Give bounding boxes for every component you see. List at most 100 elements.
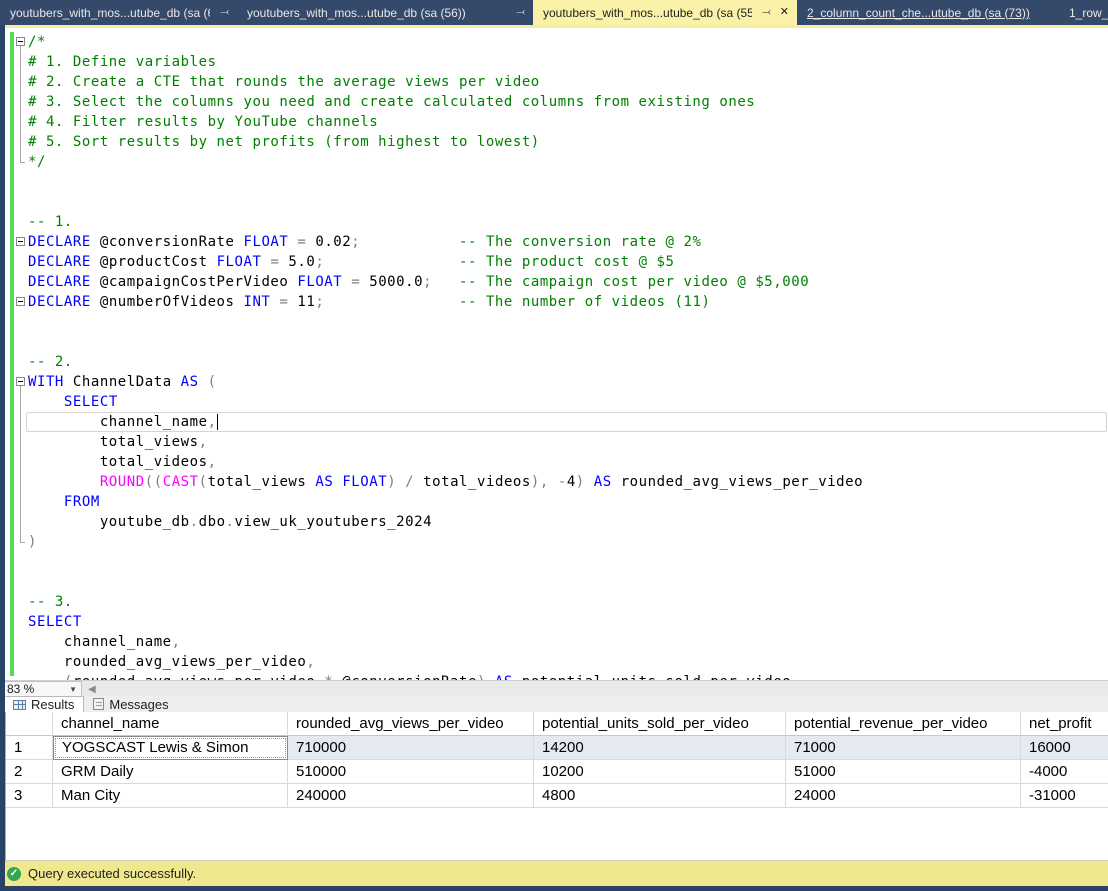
grid-corner-cell[interactable] [6, 712, 53, 736]
code-line[interactable]: # 4. Filter results by YouTube channels [28, 112, 1108, 132]
code-line[interactable]: -- 1. [28, 212, 1108, 232]
code-line[interactable]: -- 3. [28, 592, 1108, 612]
code-line[interactable]: ) [28, 532, 1108, 552]
code-token: ( [199, 374, 217, 390]
fold-collapse-icon[interactable] [16, 37, 25, 46]
code-line[interactable]: rounded_avg_views_per_video, [28, 652, 1108, 672]
horizontal-scrollbar[interactable]: ◀ [84, 681, 1108, 697]
column-header[interactable]: potential_revenue_per_video [786, 712, 1021, 736]
code-token: -- The conversion rate @ 2% [459, 234, 701, 250]
fold-region-end [20, 162, 25, 163]
code-token: @conversionRate [91, 234, 244, 250]
table-cell[interactable]: YOGSCAST Lewis & Simon [53, 736, 288, 760]
table-cell[interactable]: 14200 [534, 736, 786, 760]
code-line[interactable]: FROM [28, 492, 1108, 512]
code-token [360, 234, 459, 250]
tab-messages[interactable]: Messages [84, 696, 177, 712]
table-cell[interactable]: 510000 [288, 760, 534, 784]
code-token: total_videos [423, 474, 531, 490]
results-tab-label: Results [31, 697, 74, 712]
code-token: */ [28, 154, 46, 170]
table-cell[interactable]: 240000 [288, 784, 534, 808]
code-line[interactable]: (rounded_avg_views_per_video * @conversi… [28, 672, 1108, 680]
pin-icon[interactable]: ⤙ [220, 7, 229, 18]
row-number[interactable]: 3 [6, 784, 53, 808]
column-header[interactable]: net_profit [1021, 712, 1108, 736]
scroll-left-arrow-icon[interactable]: ◀ [84, 684, 96, 695]
code-line[interactable]: SELECT [28, 392, 1108, 412]
table-cell[interactable]: -4000 [1021, 760, 1108, 784]
code-line[interactable]: youtube_db.dbo.view_uk_youtubers_2024 [28, 512, 1108, 532]
column-header[interactable]: channel_name [53, 712, 288, 736]
row-number[interactable]: 1 [6, 736, 53, 760]
results-pane: channel_namerounded_avg_views_per_videop… [5, 712, 1108, 861]
code-line[interactable]: -- 2. [28, 352, 1108, 372]
results-grid[interactable]: channel_namerounded_avg_views_per_videop… [6, 712, 1108, 808]
table-cell[interactable]: 16000 [1021, 736, 1108, 760]
code-token: , [172, 634, 181, 650]
close-icon[interactable]: ✕ [780, 7, 789, 18]
sql-editor[interactable]: /*# 1. Define variables# 2. Create a CTE… [0, 28, 1108, 680]
editor-tab[interactable]: 2_column_count_che...utube_db (sa (73)) [797, 0, 1059, 25]
code-line[interactable]: DECLARE @numberOfVideos INT = 11; -- The… [28, 292, 1108, 312]
code-token: youtube_db [28, 514, 190, 530]
code-line[interactable]: */ [28, 152, 1108, 172]
code-token: , [208, 414, 217, 430]
fold-collapse-icon[interactable] [16, 237, 25, 246]
table-cell[interactable]: 24000 [786, 784, 1021, 808]
code-token: -- The product cost @ $5 [459, 254, 675, 270]
code-line[interactable] [28, 332, 1108, 352]
code-token: # 4. Filter results by YouTube channels [28, 114, 378, 130]
editor-tab[interactable]: youtubers_with_mos...utube_db (sa (55))⤙… [533, 0, 797, 25]
code-line[interactable]: /* [28, 32, 1108, 52]
code-line[interactable]: DECLARE @conversionRate FLOAT = 0.02; --… [28, 232, 1108, 252]
code-line[interactable]: SELECT [28, 612, 1108, 632]
code-token: INT [244, 294, 271, 310]
zoom-level-dropdown[interactable]: 83 % ▼ [2, 681, 82, 697]
code-line[interactable] [28, 572, 1108, 592]
row-number[interactable]: 2 [6, 760, 53, 784]
table-cell[interactable]: 10200 [534, 760, 786, 784]
code-line[interactable]: total_views, [28, 432, 1108, 452]
code-area[interactable]: /*# 1. Define variables# 2. Create a CTE… [28, 32, 1108, 680]
code-line[interactable]: # 1. Define variables [28, 52, 1108, 72]
table-cell[interactable]: Man City [53, 784, 288, 808]
code-token: # 3. Select the columns you need and cre… [28, 94, 755, 110]
table-cell[interactable]: 51000 [786, 760, 1021, 784]
column-header[interactable]: potential_units_sold_per_video [534, 712, 786, 736]
code-line[interactable] [28, 312, 1108, 332]
editor-tab[interactable]: youtubers_with_mos...utube_db (sa (69))⤙ [0, 0, 237, 25]
code-line[interactable]: # 5. Sort results by net profits (from h… [28, 132, 1108, 152]
editor-tab-label: 1_row_co [1069, 6, 1108, 20]
pin-icon[interactable]: ⤙ [762, 7, 771, 18]
code-line[interactable] [28, 172, 1108, 192]
tab-results[interactable]: Results [3, 696, 84, 712]
table-cell[interactable]: GRM Daily [53, 760, 288, 784]
code-line[interactable]: channel_name, [28, 412, 1108, 432]
code-line[interactable]: # 3. Select the columns you need and cre… [28, 92, 1108, 112]
code-token: AS FLOAT [306, 474, 387, 490]
code-line[interactable] [28, 192, 1108, 212]
table-cell[interactable]: 71000 [786, 736, 1021, 760]
ssms-window: youtubers_with_mos...utube_db (sa (69))⤙… [0, 0, 1108, 891]
code-token: ; [315, 294, 324, 310]
code-line[interactable]: channel_name, [28, 632, 1108, 652]
editor-tab[interactable]: 1_row_co [1059, 0, 1108, 25]
code-line[interactable] [28, 552, 1108, 572]
code-line[interactable]: DECLARE @campaignCostPerVideo FLOAT = 50… [28, 272, 1108, 292]
code-line[interactable]: DECLARE @productCost FLOAT = 5.0; -- The… [28, 252, 1108, 272]
editor-tab[interactable]: youtubers_with_mos...utube_db (sa (56))⤙ [237, 0, 533, 25]
code-line[interactable]: # 2. Create a CTE that rounds the averag… [28, 72, 1108, 92]
table-cell[interactable]: 710000 [288, 736, 534, 760]
code-line[interactable]: total_videos, [28, 452, 1108, 472]
fold-collapse-icon[interactable] [16, 377, 25, 386]
pin-icon[interactable]: ⤙ [516, 7, 525, 18]
column-header[interactable]: rounded_avg_views_per_video [288, 712, 534, 736]
window-left-edge [0, 25, 5, 886]
table-cell[interactable]: -31000 [1021, 784, 1108, 808]
table-cell[interactable]: 4800 [534, 784, 786, 808]
code-line[interactable]: ROUND((CAST(total_views AS FLOAT) / tota… [28, 472, 1108, 492]
code-token: ChannelData [64, 374, 181, 390]
fold-collapse-icon[interactable] [16, 297, 25, 306]
code-line[interactable]: WITH ChannelData AS ( [28, 372, 1108, 392]
